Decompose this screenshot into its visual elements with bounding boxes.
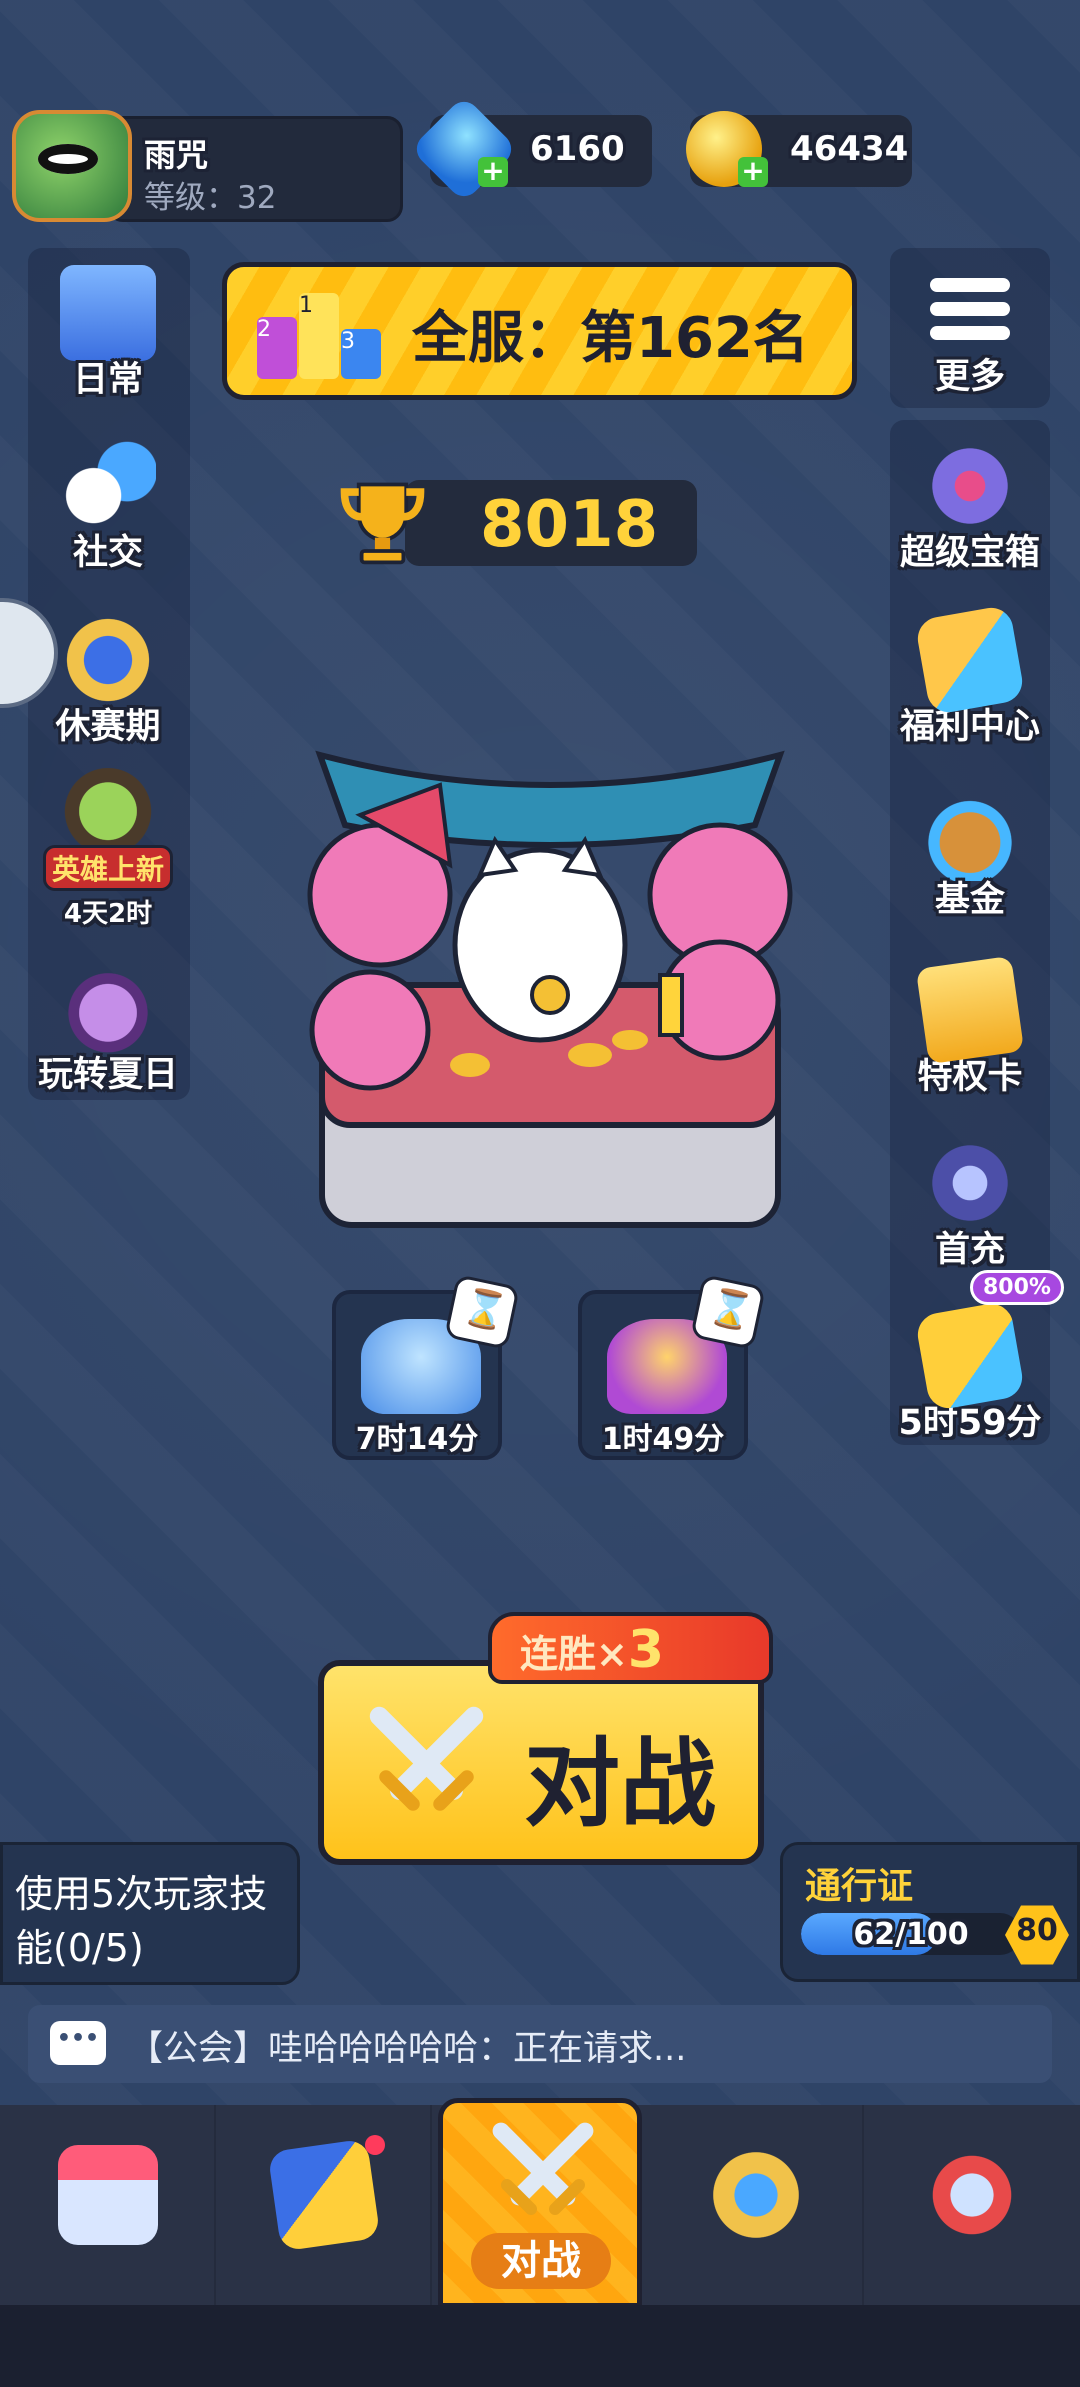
- chat-message: 【公会】哇哈哈哈哈哈：正在请求...: [128, 2029, 687, 2069]
- more-button[interactable]: 更多: [890, 248, 1050, 408]
- player-name: 雨咒: [144, 136, 209, 174]
- pass-title: 通行证: [805, 1866, 914, 1907]
- menu-list-icon: [930, 278, 1010, 348]
- menu-daily-label: 日常: [72, 360, 143, 400]
- chest-timer: 1时49分: [601, 1422, 725, 1457]
- gold-amount: 46434: [790, 129, 909, 169]
- task-text: 使用5次玩家技能(0/5): [15, 1872, 268, 1970]
- menu-offseason[interactable]: 休赛期: [18, 612, 198, 749]
- first-recharge-icon: [922, 1135, 1018, 1231]
- menu-super-chest[interactable]: 超级宝箱: [880, 438, 1060, 575]
- summer-cat-icon: [60, 960, 156, 1056]
- menu-new-hero-timer: 4天2时: [63, 899, 153, 929]
- crossed-swords-icon: [369, 1706, 484, 1811]
- clan-shield-icon: [706, 2145, 806, 2245]
- menu-social-label: 社交: [72, 533, 143, 573]
- menu-summer-label: 玩转夏日: [37, 1055, 178, 1095]
- battle-button[interactable]: 对战: [318, 1660, 764, 1865]
- add-gems-icon[interactable]: +: [478, 157, 508, 187]
- privilege-card-icon: [915, 955, 1025, 1065]
- pass-progress-text: 62/100: [853, 1917, 969, 1952]
- trophy-count: 8018: [480, 488, 659, 562]
- pass-progress-bar: 62/100: [801, 1913, 1021, 1955]
- win-streak-badge: 连胜×3: [488, 1612, 773, 1684]
- menu-social[interactable]: 社交: [18, 438, 198, 575]
- nav-battle-label: 对战: [471, 2233, 611, 2289]
- chest-slot-2[interactable]: 1时49分: [578, 1274, 766, 1460]
- menu-offseason-label: 休赛期: [55, 707, 161, 747]
- bonus-percent-badge: 800%: [970, 1270, 1064, 1305]
- system-bar: [0, 2305, 1080, 2387]
- add-gold-icon[interactable]: +: [738, 157, 768, 187]
- menu-first-recharge[interactable]: 首充: [880, 1135, 1060, 1272]
- nav-shop[interactable]: [0, 2105, 216, 2305]
- more-label: 更多: [934, 357, 1005, 397]
- nav-battle[interactable]: 对战: [438, 2098, 642, 2308]
- server-rank-banner[interactable]: 2 1 3 全服：第162名: [222, 262, 857, 400]
- notification-dot: [365, 2135, 385, 2155]
- menu-summer[interactable]: 玩转夏日: [18, 960, 198, 1097]
- menu-first-recharge-label: 首充: [934, 1230, 1005, 1270]
- gem-amount: 6160: [530, 129, 625, 169]
- bonus-cards-icon: [914, 1300, 1026, 1412]
- menu-bonus-offer[interactable]: 5时59分: [880, 1300, 1060, 1445]
- nav-cards[interactable]: [216, 2105, 432, 2305]
- battle-label: 对战: [524, 1728, 716, 1840]
- menu-welfare[interactable]: 福利中心: [880, 604, 1060, 749]
- pass-level-badge: 80: [1005, 1905, 1069, 1965]
- hourglass-icon: [690, 1274, 766, 1350]
- menu-new-hero-label: 英雄上新: [42, 845, 173, 891]
- punch-glove-icon: [922, 2145, 1022, 2245]
- player-level: 等级：32: [144, 180, 277, 216]
- shop-icon: [58, 2145, 158, 2245]
- crossed-swords-icon: [492, 2122, 594, 2215]
- chest-timer: 7时14分: [355, 1422, 479, 1457]
- nav-events[interactable]: [864, 2105, 1080, 2305]
- welfare-icon: [914, 604, 1026, 716]
- chest-slot-1[interactable]: 7时14分: [332, 1274, 520, 1460]
- menu-super-chest-label: 超级宝箱: [899, 533, 1040, 573]
- gem-counter[interactable]: + 6160: [410, 95, 652, 203]
- super-chest-icon: [922, 438, 1018, 534]
- fund-bag-icon: [922, 785, 1018, 881]
- clipboard-icon: [60, 265, 156, 361]
- menu-daily[interactable]: 日常: [18, 265, 198, 402]
- podium-icon: 2 1 3: [257, 287, 382, 379]
- nav-clan[interactable]: [648, 2105, 864, 2305]
- arena-lucky-cat-scene[interactable]: [300, 745, 800, 1235]
- gold-counter[interactable]: + 46434: [686, 111, 912, 187]
- menu-privilege-card[interactable]: 特权卡: [880, 955, 1060, 1099]
- chat-bar[interactable]: ••• 【公会】哇哈哈哈哈哈：正在请求...: [28, 2005, 1052, 2083]
- hourglass-icon: [444, 1274, 520, 1350]
- menu-fund-label: 基金: [934, 880, 1005, 920]
- chat-bubble-icon: •••: [50, 2021, 106, 2065]
- cards-icon: [267, 2138, 381, 2252]
- battle-pass-panel[interactable]: 通行证 62/100 80: [780, 1842, 1080, 1982]
- season-badge-icon: [60, 612, 156, 708]
- streak-text: 连胜×3: [520, 1620, 665, 1680]
- task-panel[interactable]: 使用5次玩家技能(0/5): [0, 1842, 300, 1985]
- avatar[interactable]: [12, 110, 132, 222]
- player-profile[interactable]: 雨咒 等级：32: [12, 110, 403, 222]
- menu-fund[interactable]: 基金: [880, 785, 1060, 922]
- chat-faces-icon: [60, 438, 156, 534]
- menu-new-hero[interactable]: 英雄上新 4天2时: [18, 768, 198, 930]
- trophy-icon: [340, 482, 425, 565]
- rank-text: 全服：第162名: [412, 306, 809, 371]
